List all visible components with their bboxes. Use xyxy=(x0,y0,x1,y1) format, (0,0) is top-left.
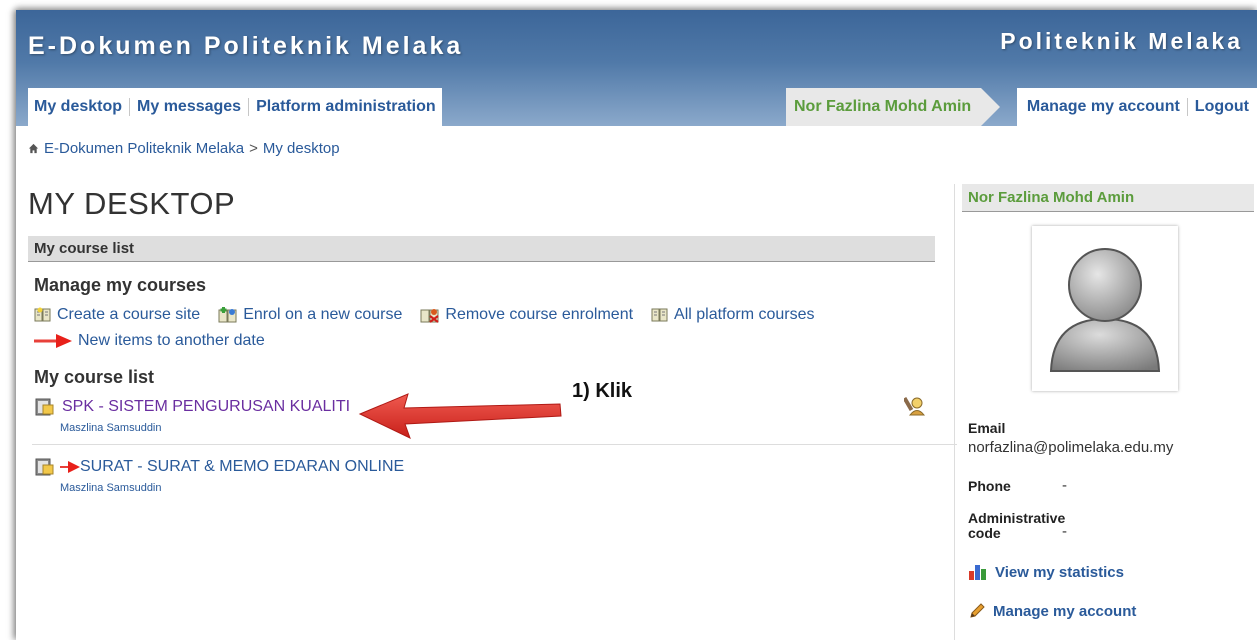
manage-account-label: Manage my account xyxy=(993,602,1137,620)
user-name-tab: Nor Fazlina Mohd Amin xyxy=(786,88,1001,126)
course-teacher[interactable]: Maszlina Samsuddin xyxy=(60,482,934,494)
user-tab-chevron xyxy=(981,88,1001,126)
all-courses-link[interactable]: All platform courses xyxy=(651,306,815,324)
email-value: norfazlina@polimelaka.edu.my xyxy=(968,439,1174,456)
all-courses-icon xyxy=(651,308,668,322)
remove-enrolment-label: Remove course enrolment xyxy=(445,306,634,323)
nav-my-desktop[interactable]: My desktop xyxy=(34,98,122,116)
page-title: MY DESKTOP xyxy=(28,186,236,221)
course-folder-icon xyxy=(35,398,54,416)
section-header-course-list: My course list xyxy=(28,236,935,262)
site-title[interactable]: E-Dokumen Politeknik Melaka xyxy=(28,32,463,61)
admin-code-value: - xyxy=(1062,523,1067,540)
breadcrumb-current[interactable]: My desktop xyxy=(263,140,340,157)
create-course-link[interactable]: Create a course site xyxy=(34,306,200,324)
account-nav: Manage my account Logout xyxy=(1016,88,1257,126)
nav-manage-account[interactable]: Manage my account xyxy=(1027,98,1180,116)
manage-account-link[interactable]: Manage my account xyxy=(968,602,1136,620)
sidebar-divider xyxy=(954,184,955,640)
red-arrow-icon xyxy=(34,334,72,348)
view-statistics-label: View my statistics xyxy=(995,563,1124,581)
header: E-Dokumen Politeknik Melaka Politeknik M… xyxy=(16,10,1257,126)
all-courses-label: All platform courses xyxy=(674,306,815,323)
user-name: Nor Fazlina Mohd Amin xyxy=(794,98,972,115)
new-items-label: New items to another date xyxy=(78,332,265,349)
pencil-icon xyxy=(970,603,985,618)
breadcrumb: E-Dokumen Politeknik Melaka > My desktop xyxy=(28,140,340,157)
course-tools-icon[interactable] xyxy=(904,395,928,417)
email-label: Email xyxy=(968,420,1006,436)
remove-enrolment-icon xyxy=(420,309,440,323)
user-silhouette-icon xyxy=(1049,247,1161,372)
phone-value: - xyxy=(1062,477,1067,494)
create-course-label: Create a course site xyxy=(57,306,201,323)
course-title-link[interactable]: SURAT - SURAT & MEMO EDARAN ONLINE xyxy=(80,458,404,476)
course-title-link[interactable]: SPK - SISTEM PENGURUSAN KUALITI xyxy=(62,398,350,416)
main-nav: My desktop My messages Platform administ… xyxy=(28,88,442,126)
breadcrumb-home[interactable]: E-Dokumen Politeknik Melaka xyxy=(44,140,244,157)
new-content-arrow-icon xyxy=(60,461,80,473)
course-folder-icon xyxy=(35,458,54,476)
course-divider xyxy=(32,444,957,445)
avatar[interactable] xyxy=(1032,226,1178,391)
phone-label: Phone xyxy=(968,478,1011,494)
annotation-label: 1) Klik xyxy=(572,380,633,402)
view-statistics-link[interactable]: View my statistics xyxy=(968,563,1124,581)
admin-code-label: Administrative xyxy=(968,510,1066,526)
manage-courses-heading: Manage my courses xyxy=(34,275,207,295)
course-item: SURAT - SURAT & MEMO EDARAN ONLINE Maszl… xyxy=(34,457,934,494)
admin-code-label-line2: code xyxy=(968,525,1001,541)
nav-separator xyxy=(1186,98,1188,116)
create-course-icon xyxy=(34,307,51,322)
bar-chart-icon xyxy=(969,565,986,580)
course-actions: Create a course site Enrol on a new cour… xyxy=(34,306,833,324)
enrol-course-icon xyxy=(218,307,237,323)
nav-platform-administration[interactable]: Platform administration xyxy=(256,98,436,116)
nav-my-messages[interactable]: My messages xyxy=(137,98,241,116)
home-icon[interactable] xyxy=(28,143,39,154)
sidebar-user-name: Nor Fazlina Mohd Amin xyxy=(962,184,1254,212)
nav-separator xyxy=(248,98,250,116)
remove-enrolment-link[interactable]: Remove course enrolment xyxy=(420,306,633,324)
enrol-course-label: Enrol on a new course xyxy=(243,306,403,323)
nav-logout[interactable]: Logout xyxy=(1195,98,1249,116)
breadcrumb-separator: > xyxy=(249,140,258,157)
institution-title[interactable]: Politeknik Melaka xyxy=(1000,28,1243,55)
page: E-Dokumen Politeknik Melaka Politeknik M… xyxy=(16,10,1257,640)
nav-separator xyxy=(129,98,131,116)
enrol-course-link[interactable]: Enrol on a new course xyxy=(218,306,402,324)
course-list-heading: My course list xyxy=(34,367,155,387)
new-items-link[interactable]: New items to another date xyxy=(34,332,265,350)
annotation-arrow xyxy=(358,393,562,439)
